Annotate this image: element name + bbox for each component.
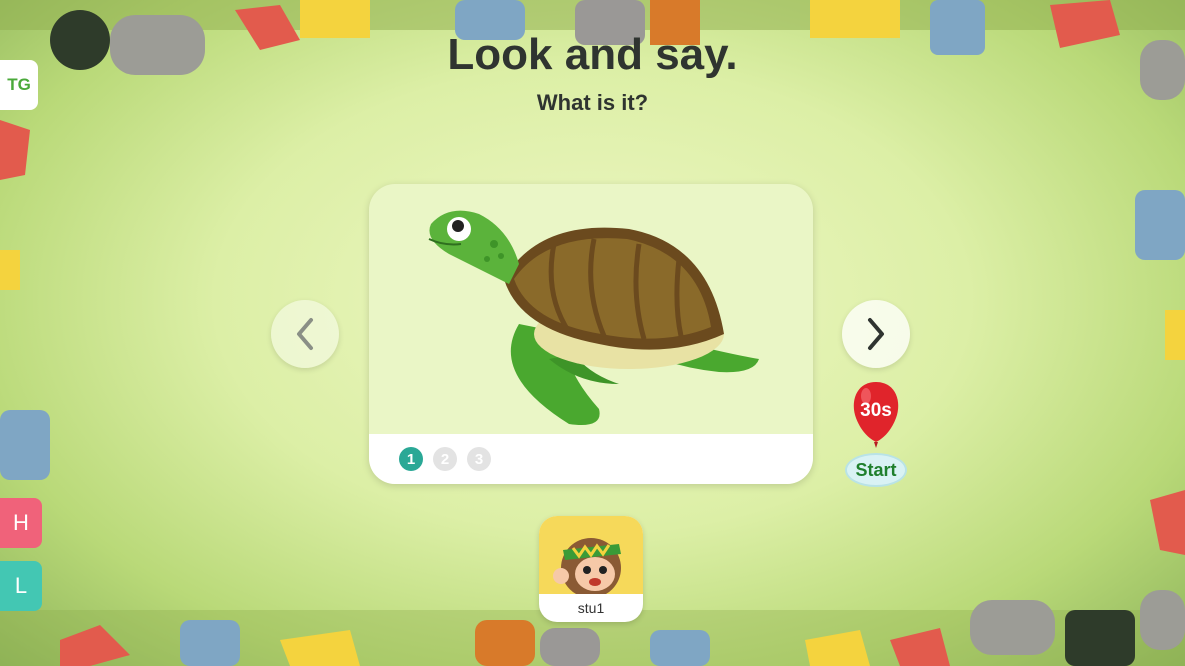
page-title: Look and say.: [447, 30, 738, 79]
page-indicator: 1 2 3: [369, 434, 813, 484]
page-dot-3[interactable]: 3: [467, 447, 491, 471]
page-dot-2[interactable]: 2: [433, 447, 457, 471]
page-dot-1[interactable]: 1: [399, 447, 423, 471]
timer-label: 30s: [860, 400, 892, 421]
flashcard: 1 2 3: [369, 184, 813, 484]
next-button[interactable]: [842, 300, 910, 368]
tab-h-label: H: [13, 510, 29, 535]
student-card[interactable]: stu1: [539, 516, 643, 622]
tab-l[interactable]: L: [0, 561, 42, 611]
tab-l-label: L: [14, 573, 28, 598]
tab-h[interactable]: H: [0, 498, 42, 548]
chevron-left-icon: [297, 318, 313, 350]
student-name: stu1: [577, 600, 605, 616]
monkey-avatar: [539, 516, 643, 594]
turtle-illustration: [428, 210, 759, 425]
prev-button[interactable]: [271, 300, 339, 368]
page-subtitle: What is it?: [536, 90, 649, 115]
start-button[interactable]: Start: [845, 453, 907, 487]
chevron-right-icon: [868, 318, 884, 350]
